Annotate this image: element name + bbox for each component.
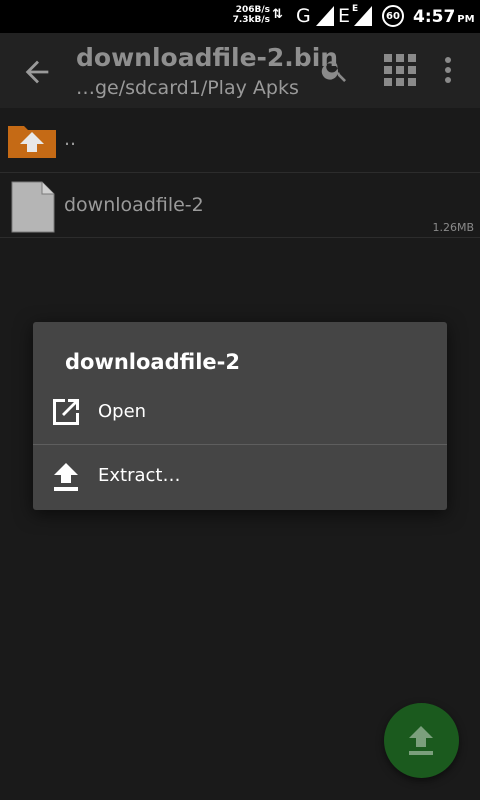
data-activity-icon: ⇅	[272, 7, 283, 22]
page-title: downloadfile-2.bin	[76, 43, 339, 72]
menu-item-label: Open	[98, 401, 147, 422]
dialog-title: downloadfile-2	[65, 350, 240, 374]
toolbar: downloadfile-2.bin …ge/sdcard1/Play Apks	[0, 33, 480, 108]
network-speed: 206B/s 7.3kB/s	[230, 5, 270, 25]
context-dialog: downloadfile-2 Open Extract…	[33, 322, 447, 510]
path-breadcrumb: …ge/sdcard1/Play Apks	[76, 77, 298, 99]
grid-view-icon[interactable]	[383, 53, 417, 87]
signal-strength-icon-2	[354, 6, 372, 26]
battery-level: 60	[386, 10, 400, 22]
network-type-g: G	[296, 5, 311, 27]
upload-speed: 206B/s	[235, 5, 270, 15]
search-icon[interactable]	[320, 55, 350, 85]
more-vert-icon[interactable]	[438, 55, 458, 85]
menu-item-extract[interactable]: Extract…	[33, 447, 447, 507]
arrow-back-icon[interactable]	[20, 55, 54, 89]
list-item-parent-folder[interactable]: ..	[0, 108, 480, 173]
upload-icon	[409, 726, 433, 755]
open-external-icon	[53, 399, 79, 425]
clock-ampm: PM	[457, 14, 475, 25]
dialog-divider	[33, 444, 447, 445]
menu-item-label: Extract…	[98, 465, 181, 486]
battery-icon: 60	[382, 5, 404, 27]
file-icon	[11, 181, 55, 233]
list-item-file[interactable]: downloadfile-2 1.26MB	[0, 172, 480, 238]
file-size: 1.26MB	[432, 221, 474, 234]
folder-up-icon	[8, 126, 56, 158]
extract-icon	[54, 463, 78, 491]
signal-strength-icon	[316, 6, 334, 26]
upload-fab-button[interactable]	[384, 703, 459, 778]
clock-time: 4:57	[413, 7, 456, 27]
status-bar: 206B/s 7.3kB/s ⇅ G E E 60 4:57 PM	[0, 0, 480, 33]
network-type-e: E	[338, 5, 351, 27]
download-speed: 7.3kB/s	[232, 15, 270, 25]
list-item-label: ..	[64, 128, 77, 150]
clock: 4:57 PM	[413, 7, 475, 27]
list-item-label: downloadfile-2	[64, 194, 204, 216]
menu-item-open[interactable]: Open	[33, 382, 447, 442]
